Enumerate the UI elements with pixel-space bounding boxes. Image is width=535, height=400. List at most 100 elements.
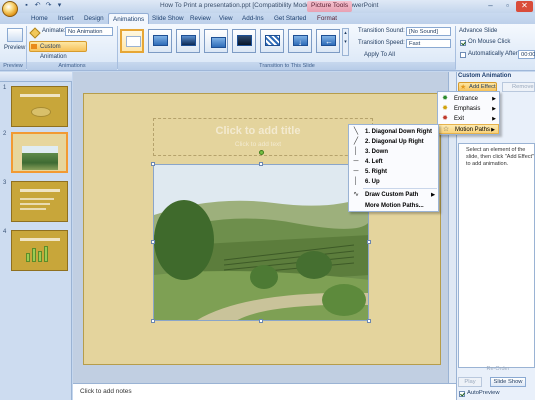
remove-button[interactable]: Remove: [502, 82, 535, 92]
slide-number: 4: [3, 229, 7, 235]
resize-handle[interactable]: [367, 319, 371, 323]
motion-paths-submenu: ╲ 1. Diagonal Down Right ╱ 2. Diagonal Up …: [348, 124, 439, 212]
gallery-scroll-arrows[interactable]: ▴ ▾: [342, 28, 349, 56]
minimize-icon[interactable]: –: [482, 1, 499, 12]
custom-animation-icon: [31, 44, 37, 49]
animations-group-label: Animations: [27, 62, 117, 70]
motion-paths-icon: ☆: [442, 126, 450, 133]
transition-thumb-cut-black[interactable]: [232, 29, 256, 53]
automatically-after-field[interactable]: 00:00: [518, 50, 535, 59]
transition-thumb-fade[interactable]: [148, 29, 172, 53]
rotation-handle[interactable]: [259, 150, 264, 155]
resize-handle[interactable]: [259, 319, 263, 323]
animation-hint-text: Select an element of the slide, then cli…: [466, 147, 535, 167]
transition-thumb-cut[interactable]: [204, 29, 228, 53]
tab-review[interactable]: Review: [186, 13, 215, 24]
transition-speed-dropdown[interactable]: Fast: [406, 39, 451, 48]
tab-design[interactable]: Design: [80, 13, 108, 24]
resize-handle[interactable]: [259, 162, 263, 166]
selected-picture[interactable]: [153, 164, 369, 321]
motion-path-diagonal-up-right[interactable]: ╱ 2. Diagonal Up Right: [349, 137, 438, 147]
transition-sound-dropdown[interactable]: [No Sound]: [406, 27, 451, 36]
slide-thumbnail-2[interactable]: [11, 132, 68, 173]
tab-add-ins[interactable]: Add-Ins: [238, 13, 268, 24]
undo-icon[interactable]: ↶: [33, 2, 42, 10]
motion-path-up[interactable]: │ 6. Up: [349, 177, 438, 187]
transition-thumb-wipe-down[interactable]: ↓: [288, 29, 312, 53]
on-mouse-click-label: On Mouse Click: [468, 39, 511, 45]
transition-speed-label: Transition Speed:: [358, 40, 405, 46]
custom-animation-button[interactable]: Custom Animation: [29, 41, 87, 60]
animate-icon: [29, 27, 41, 39]
menu-item-exit[interactable]: ✸ Exit ▶: [438, 114, 499, 124]
resize-handle[interactable]: [151, 319, 155, 323]
slide-thumbnail-4[interactable]: [11, 230, 68, 271]
tab-view[interactable]: View: [215, 13, 237, 24]
resize-handle[interactable]: [151, 240, 155, 244]
up-line-icon: │: [353, 178, 359, 185]
slide-show-button[interactable]: Slide Show: [490, 377, 526, 387]
transition-sound-label: Transition Sound:: [358, 28, 405, 34]
animate-label: Animate:: [42, 28, 66, 34]
menu-item-emphasis[interactable]: ✸ Emphasis ▶: [438, 104, 499, 114]
text-placeholder-text: Click to add text: [234, 141, 282, 148]
animation-list[interactable]: [458, 143, 535, 368]
notes-placeholder: Click to add notes: [80, 388, 132, 395]
separator: [455, 26, 456, 69]
animate-dropdown[interactable]: No Animation: [65, 27, 113, 36]
ribbon: Preview Preview Animate: No Animation Cu…: [0, 24, 535, 71]
customize-toolbar-icon[interactable]: ▾: [55, 2, 64, 10]
tab-insert[interactable]: Insert: [54, 13, 78, 24]
pane-tabs[interactable]: [0, 72, 72, 82]
diagonal-up-right-icon: ╱: [353, 138, 359, 145]
menu-item-motion-paths[interactable]: ☆ Motion Paths ▶: [438, 124, 499, 134]
redo-icon[interactable]: ↷: [44, 2, 53, 10]
transition-thumb-dissolve[interactable]: [260, 29, 284, 53]
automatically-after-label: Automatically After:: [468, 51, 520, 57]
custom-animation-pane-title: Custom Animation: [458, 73, 512, 79]
emphasis-icon: ✸: [442, 105, 448, 112]
preview-icon[interactable]: [7, 28, 23, 42]
title-placeholder-text: Click to add title: [215, 125, 301, 137]
picture-tools-context-title: Picture Tools: [307, 1, 353, 12]
draw-custom-path[interactable]: ∿ Draw Custom Path ▶: [349, 190, 438, 200]
preview-button-label[interactable]: Preview: [4, 45, 25, 51]
down-line-icon: │: [353, 148, 359, 155]
custom-path-icon: ∿: [353, 191, 359, 198]
motion-path-diagonal-down-right[interactable]: ╲ 1. Diagonal Down Right: [349, 127, 438, 137]
tab-home[interactable]: Home: [27, 13, 52, 24]
automatically-after-checkbox[interactable]: [460, 52, 466, 58]
more-motion-paths[interactable]: More Motion Paths...: [349, 201, 438, 211]
resize-handle[interactable]: [151, 162, 155, 166]
slide-number: 2: [3, 131, 7, 137]
reorder-control[interactable]: Re-Order: [480, 365, 516, 374]
close-icon[interactable]: ✕: [516, 1, 533, 12]
restore-icon[interactable]: ▫: [499, 1, 516, 12]
tab-slide-show[interactable]: Slide Show: [148, 13, 188, 24]
autopreview-label: AutoPreview: [467, 390, 500, 396]
save-icon[interactable]: ▪: [22, 2, 31, 10]
vineyard-photo: [154, 165, 368, 320]
apply-to-all-button[interactable]: Apply To All: [364, 52, 395, 58]
slide-thumbnail-1[interactable]: [11, 86, 68, 127]
slide-thumbnail-3[interactable]: [11, 181, 68, 222]
office-button[interactable]: [2, 1, 18, 17]
slide-number: 3: [3, 180, 7, 186]
advance-slide-label: Advance Slide: [459, 28, 498, 34]
motion-path-right[interactable]: ─ 5. Right: [349, 167, 438, 177]
menu-item-entrance[interactable]: ✸ Entrance ▶: [438, 94, 499, 104]
add-effect-menu: ✸ Entrance ▶ ✸ Emphasis ▶ ✸ Exit ▶ ☆ Motion…: [437, 91, 500, 135]
resize-handle[interactable]: [367, 240, 371, 244]
tab-get-started[interactable]: Get Started: [270, 13, 310, 24]
transition-thumb-none[interactable]: [120, 29, 144, 53]
autopreview-checkbox[interactable]: [459, 391, 465, 397]
left-line-icon: ─: [353, 158, 359, 165]
play-button[interactable]: Play: [458, 377, 482, 387]
tab-format[interactable]: Format: [313, 13, 341, 24]
motion-path-down[interactable]: │ 3. Down: [349, 147, 438, 157]
slide-number: 1: [3, 85, 7, 91]
on-mouse-click-checkbox[interactable]: [460, 40, 466, 46]
motion-path-left[interactable]: ─ 4. Left: [349, 157, 438, 167]
transition-thumb-fade-black[interactable]: [176, 29, 200, 53]
transition-thumb-wipe-left[interactable]: ←: [316, 29, 340, 53]
